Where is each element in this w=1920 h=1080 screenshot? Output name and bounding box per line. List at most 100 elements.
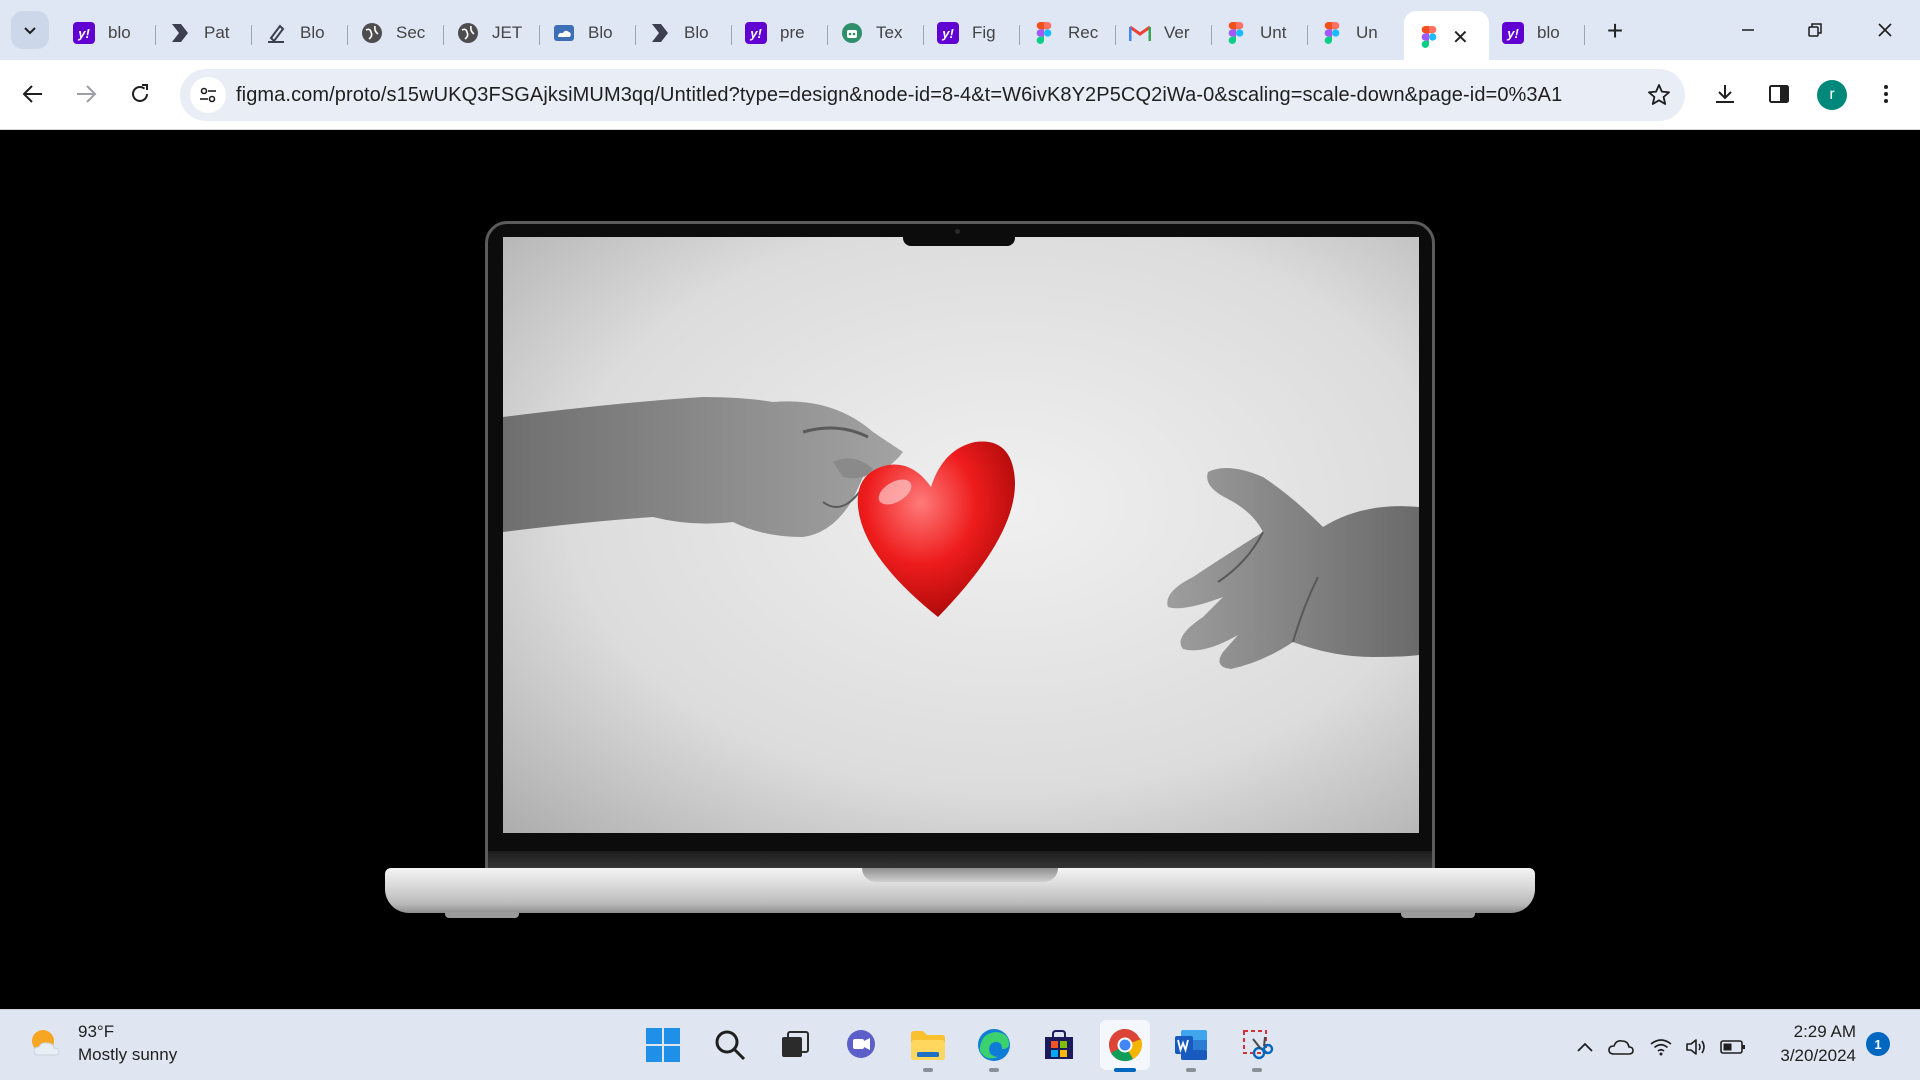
tab-title: Pat [204,23,230,42]
weather-widget[interactable]: 93°F Mostly sunny [28,1020,177,1066]
chat-app[interactable] [836,1020,886,1070]
new-tab-button[interactable]: + [1598,14,1632,48]
tab[interactable]: Blo [636,11,732,55]
restore-icon [1808,23,1822,37]
minimize-button[interactable] [1725,10,1771,50]
tab-title: Sec [396,23,426,42]
wifi-icon [1650,1039,1672,1056]
laptop-lid [485,221,1435,869]
close-tab-icon[interactable]: ✕ [1452,25,1469,50]
tab-strip: y! blo Pat Blo Sec JET Blo Blo y! pre Te… [0,0,1920,63]
windows-logo-icon [646,1028,680,1062]
tab[interactable]: Blo [540,11,636,55]
yahoo-icon: y! [937,22,959,44]
store-app[interactable] [1034,1020,1084,1070]
browser-menu-button[interactable] [1868,76,1904,112]
search-button[interactable] [705,1020,755,1070]
teams-chat-icon [847,1030,875,1058]
snipping-tool-app[interactable] [1232,1020,1282,1072]
blog-pen-icon [265,22,287,44]
tab-active[interactable]: ✕ [1404,11,1489,63]
windows-taskbar: 93°F Mostly sunny 2:29 AM 3/20/2024 1 [0,1009,1920,1080]
tab[interactable]: y! blo [1489,11,1585,55]
tab[interactable]: y! Fig [924,11,1020,55]
tab-search-button[interactable] [11,11,49,49]
tab-title: Rec [1068,23,1099,42]
snipping-tool-icon [1243,1030,1274,1060]
laptop-mockup [385,221,1535,921]
tab[interactable]: Ver [1116,11,1212,55]
chevron-up-icon [1577,1042,1593,1052]
start-button[interactable] [638,1020,688,1070]
battery-icon [1720,1040,1745,1054]
task-view-button[interactable] [770,1020,820,1070]
edge-app[interactable] [969,1020,1019,1072]
forward-button[interactable] [68,76,104,112]
tab[interactable]: Un [1308,11,1404,55]
tab-title: pre [780,23,805,42]
clock-date: 3/20/2024 [1780,1046,1856,1065]
globe-icon [457,22,479,44]
figma-icon [1418,26,1440,48]
sun-cloud-icon [28,1025,64,1061]
reload-button[interactable] [122,76,158,112]
chevron-brand-icon [649,22,671,44]
figma-icon [1321,22,1343,44]
tab[interactable]: Pat [156,11,252,55]
laptop-base [385,868,1535,913]
running-indicator [1186,1068,1196,1072]
address-bar[interactable]: figma.com/proto/s15wUKQ3FSGAjksiMUM3qq/U… [180,69,1685,121]
notification-badge[interactable]: 1 [1866,1032,1890,1056]
laptop-screen-image [503,237,1419,833]
side-panel-icon [1769,85,1789,103]
star-icon [1648,84,1670,105]
running-indicator [923,1068,933,1072]
restore-button[interactable] [1792,10,1838,50]
tab[interactable]: y! pre [732,11,828,55]
tab-title: Blo [684,23,709,42]
store-icon [1045,1030,1073,1059]
tab[interactable]: Tex [828,11,924,55]
camera-dot [955,229,960,234]
running-indicator [1252,1068,1262,1072]
minimize-icon [1742,29,1754,31]
battery-tray[interactable] [1720,1034,1746,1060]
globe-icon [361,22,383,44]
profile-avatar[interactable]: r [1817,80,1847,110]
cloud-icon [1608,1040,1634,1055]
back-button[interactable] [15,76,51,112]
clock-time: 2:29 AM [1793,1022,1856,1041]
task-view-icon [782,1031,809,1057]
gmail-icon [1129,22,1151,44]
url-text[interactable]: figma.com/proto/s15wUKQ3FSGAjksiMUM3qq/U… [236,84,1562,107]
volume-tray[interactable] [1684,1034,1710,1060]
onedrive-tray[interactable] [1608,1034,1634,1060]
site-info-button[interactable] [190,77,226,113]
tab[interactable]: Unt [1212,11,1308,55]
downloads-button[interactable] [1707,76,1743,112]
tab[interactable]: y! blo [60,11,156,55]
laptop-foot [1401,912,1475,918]
close-window-button[interactable] [1862,10,1908,50]
bookmark-button[interactable] [1645,81,1673,109]
yahoo-icon: y! [745,22,767,44]
chrome-app[interactable] [1100,1020,1150,1072]
hands-heart-illustration [503,237,1419,833]
tab[interactable]: JET [444,11,540,55]
weather-condition: Mostly sunny [78,1045,178,1064]
figma-icon [1033,22,1055,44]
tab[interactable]: Rec [1020,11,1116,55]
tab[interactable]: Sec [348,11,444,55]
network-tray[interactable] [1648,1034,1674,1060]
tab-title: blo [1537,23,1560,42]
side-panel-button[interactable] [1761,76,1797,112]
figma-icon [1225,22,1247,44]
edge-icon [978,1029,1010,1061]
weather-temp: 93°F [78,1022,115,1041]
word-app[interactable] [1166,1020,1216,1072]
tab[interactable]: Blo [252,11,348,55]
system-clock[interactable]: 2:29 AM 3/20/2024 [1760,1020,1856,1068]
file-explorer-app[interactable] [903,1020,953,1072]
show-hidden-icons-button[interactable] [1572,1034,1598,1060]
tab-title: JET [492,23,523,42]
